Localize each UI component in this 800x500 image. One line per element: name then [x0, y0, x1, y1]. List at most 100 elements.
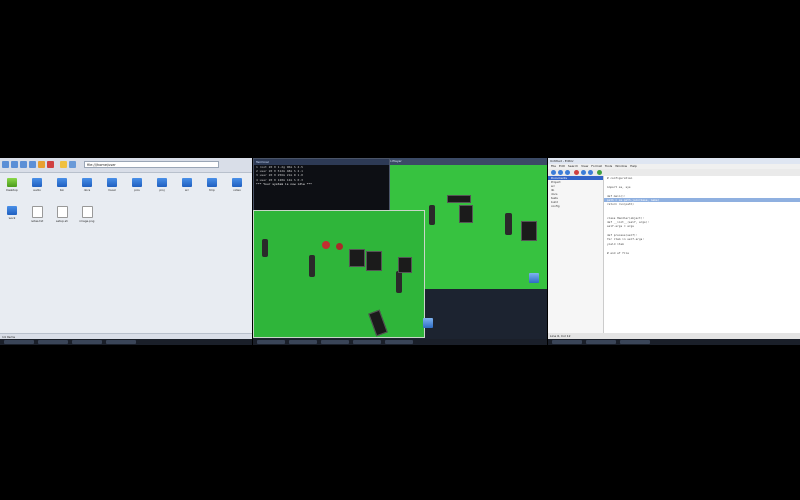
- file-item[interactable]: audio: [27, 178, 47, 200]
- amplifier: [349, 249, 365, 267]
- file-item[interactable]: Desktop: [2, 178, 22, 200]
- performer: [309, 255, 315, 277]
- code-editor[interactable]: # configuration import os, sys def main():…: [604, 176, 800, 333]
- redo-icon[interactable]: [588, 170, 593, 175]
- folder-icon: [7, 206, 17, 215]
- back-icon[interactable]: [2, 161, 9, 168]
- file-item[interactable]: image.png: [77, 206, 97, 228]
- stop-icon[interactable]: [47, 161, 54, 168]
- menu-item-edit[interactable]: Edit: [559, 164, 565, 168]
- open-icon[interactable]: [558, 170, 563, 175]
- folder-icon: [7, 178, 17, 187]
- file-item[interactable]: docs: [77, 178, 97, 200]
- run-icon[interactable]: [597, 170, 602, 175]
- amplifier: [459, 205, 473, 223]
- taskbar-item[interactable]: [257, 340, 285, 344]
- menu-item-format[interactable]: Format: [591, 164, 602, 168]
- video-workspace: Video Player Terminal 1 root 20 0 1.2g 9…: [253, 158, 547, 345]
- file-item[interactable]: bin: [52, 178, 72, 200]
- trash-icon[interactable]: [529, 273, 539, 283]
- file-tree: Documents Project src lib docs tests build conf…: [548, 176, 604, 333]
- file-label: docs: [83, 188, 91, 192]
- home-icon[interactable]: [29, 161, 36, 168]
- folder-icon: [107, 178, 117, 187]
- file-manager-toolbar: file:///home/user: [0, 158, 252, 173]
- folder-icon: [207, 178, 217, 187]
- file-label: pics: [134, 188, 140, 192]
- menu-item-view[interactable]: View: [581, 164, 588, 168]
- menu-item-tools[interactable]: Tools: [605, 164, 612, 168]
- file-label: setup.sh: [56, 219, 68, 223]
- taskbar-item[interactable]: [353, 340, 381, 344]
- forward-icon[interactable]: [11, 161, 18, 168]
- file-item[interactable]: music: [102, 178, 122, 200]
- reload-icon[interactable]: [38, 161, 45, 168]
- video-frame-front[interactable]: [253, 210, 425, 338]
- file-label: notes.txt: [30, 219, 44, 223]
- terminal-window[interactable]: Terminal 1 root 20 0 1.2g 96m S 4.5 2 us…: [253, 158, 390, 215]
- taskbar-item[interactable]: [4, 340, 34, 344]
- taskbar-item[interactable]: [72, 340, 102, 344]
- performer: [505, 213, 512, 235]
- menu-item-file[interactable]: File: [551, 164, 556, 168]
- performer: [262, 239, 268, 257]
- taskbar: [0, 339, 252, 345]
- taskbar-item[interactable]: [38, 340, 68, 344]
- performer: [429, 205, 435, 225]
- folder-icon: [157, 178, 167, 187]
- home-folder-icon[interactable]: [423, 318, 433, 328]
- file-item[interactable]: src: [177, 178, 197, 200]
- file-item[interactable]: setup.sh: [52, 206, 72, 228]
- file-item[interactable]: pics: [127, 178, 147, 200]
- editor-window: Untitled - Editor File Edit Search View Form…: [548, 158, 800, 345]
- taskbar-item[interactable]: [620, 340, 650, 344]
- star-icon[interactable]: [60, 161, 67, 168]
- file-item[interactable]: video: [227, 178, 247, 200]
- file-label: music: [107, 188, 117, 192]
- terminal-line: *** Your system is now idle ***: [256, 181, 312, 186]
- menu-item-search[interactable]: Search: [568, 164, 578, 168]
- file-label: bin: [59, 188, 65, 192]
- save-icon[interactable]: [565, 170, 570, 175]
- file-label: Desktop: [6, 188, 18, 192]
- drum: [336, 243, 343, 250]
- taskbar-item[interactable]: [586, 340, 616, 344]
- up-icon[interactable]: [20, 161, 27, 168]
- taskbar-item[interactable]: [106, 340, 136, 344]
- amplifier: [521, 221, 537, 241]
- new-icon[interactable]: [551, 170, 556, 175]
- file-item[interactable]: tmp: [202, 178, 222, 200]
- drum: [322, 241, 330, 249]
- taskbar-item[interactable]: [289, 340, 317, 344]
- file-item[interactable]: notes.txt: [27, 206, 47, 228]
- file-label: src: [184, 188, 190, 192]
- tree-item[interactable]: config: [548, 204, 603, 208]
- address-bar[interactable]: file:///home/user: [84, 161, 219, 168]
- view-icon[interactable]: [69, 161, 76, 168]
- file-label: audio: [33, 188, 41, 192]
- terminal-output: 1 root 20 0 1.2g 96m S 4.5 2 user 20 0 5…: [254, 165, 389, 186]
- menu-item-window[interactable]: Window: [615, 164, 627, 168]
- file-item[interactable]: work: [2, 206, 22, 228]
- guitar-case: [368, 309, 388, 337]
- taskbar-item[interactable]: [385, 340, 413, 344]
- amplifier: [398, 257, 412, 273]
- file-label: proj: [159, 188, 165, 192]
- amplifier: [366, 251, 382, 271]
- taskbar: [253, 339, 547, 345]
- undo-icon[interactable]: [581, 170, 586, 175]
- folder-icon: [82, 178, 92, 187]
- file-item[interactable]: proj: [152, 178, 172, 200]
- performer: [396, 271, 402, 293]
- taskbar-item[interactable]: [552, 340, 582, 344]
- menu-item-help[interactable]: Help: [630, 164, 637, 168]
- taskbar: [548, 339, 800, 345]
- folder-icon: [182, 178, 192, 187]
- folder-icon: [232, 178, 242, 187]
- folder-icon: [32, 178, 42, 187]
- taskbar-item[interactable]: [321, 340, 349, 344]
- file-label: tmp: [209, 188, 215, 192]
- close-icon[interactable]: [574, 170, 579, 175]
- file-manager-window: file:///home/user Desktop audio bin docs mus…: [0, 158, 252, 345]
- file-label: work: [8, 216, 16, 220]
